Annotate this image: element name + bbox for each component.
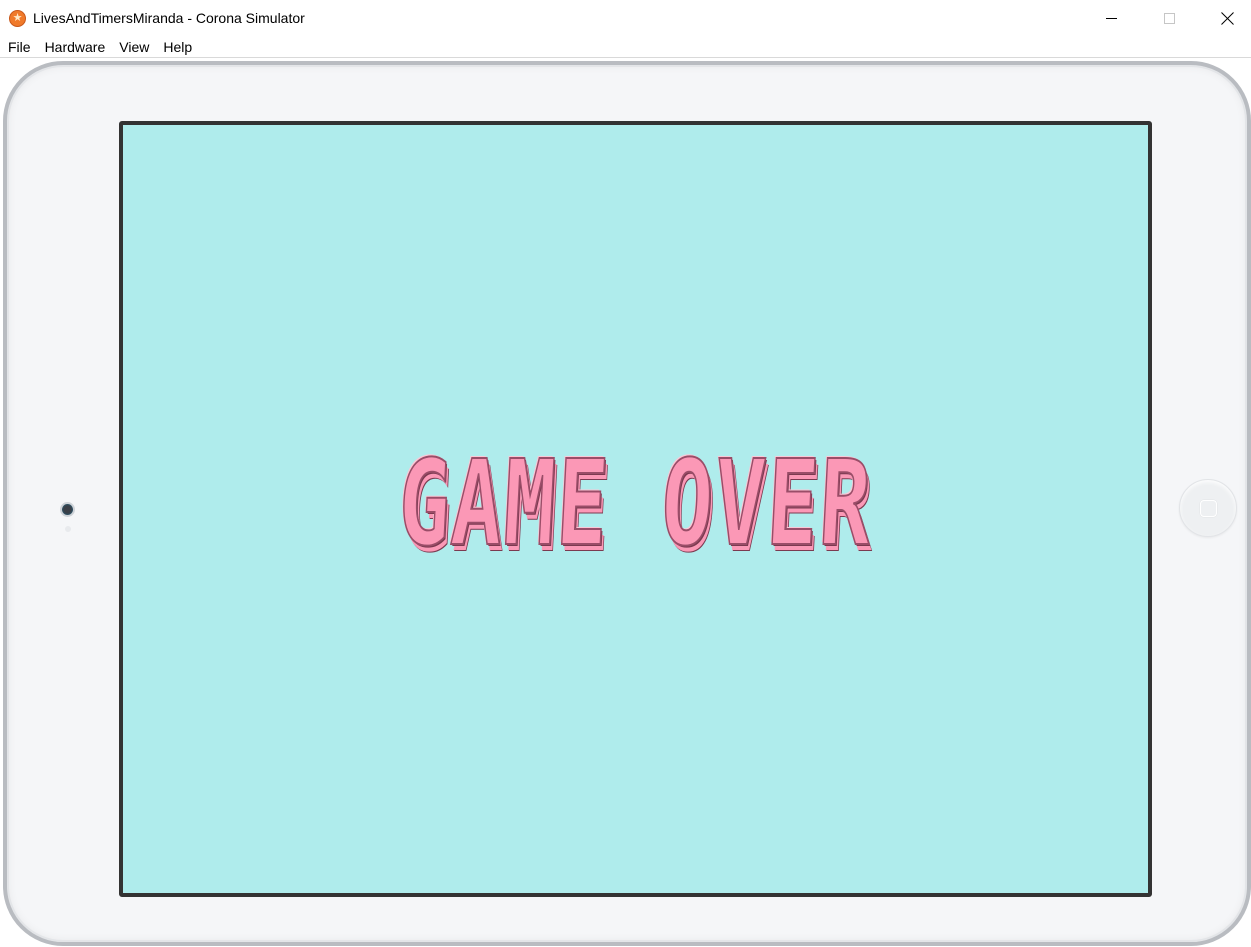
game-over-text: GAME OVER (395, 433, 877, 573)
minimize-button[interactable] (1088, 0, 1134, 36)
menu-bar: File Hardware View Help (0, 36, 1251, 58)
title-bar: ★ LivesAndTimersMiranda - Corona Simulat… (0, 0, 1251, 36)
sensor-dot (65, 526, 71, 532)
close-button[interactable] (1204, 0, 1250, 36)
home-square-icon (1199, 499, 1217, 517)
menu-view[interactable]: View (112, 36, 156, 58)
menu-file[interactable]: File (0, 36, 38, 58)
maximize-button[interactable] (1146, 0, 1192, 36)
maximize-icon (1163, 12, 1175, 24)
menu-help[interactable]: Help (156, 36, 199, 58)
camera-icon (60, 502, 75, 517)
close-icon (1221, 12, 1234, 25)
game-over-container: GAME OVER (123, 125, 1148, 893)
menu-hardware[interactable]: Hardware (38, 36, 113, 58)
device-screen[interactable]: GAME OVER (119, 121, 1152, 897)
simulator-viewport: GAME OVER (0, 59, 1251, 947)
window-title: LivesAndTimersMiranda - Corona Simulator (33, 10, 305, 26)
home-button[interactable] (1179, 479, 1237, 537)
app-icon[interactable]: ★ (9, 10, 26, 27)
minimize-icon (1105, 17, 1117, 19)
tablet-frame: GAME OVER (3, 61, 1251, 946)
star-icon: ★ (12, 12, 23, 24)
